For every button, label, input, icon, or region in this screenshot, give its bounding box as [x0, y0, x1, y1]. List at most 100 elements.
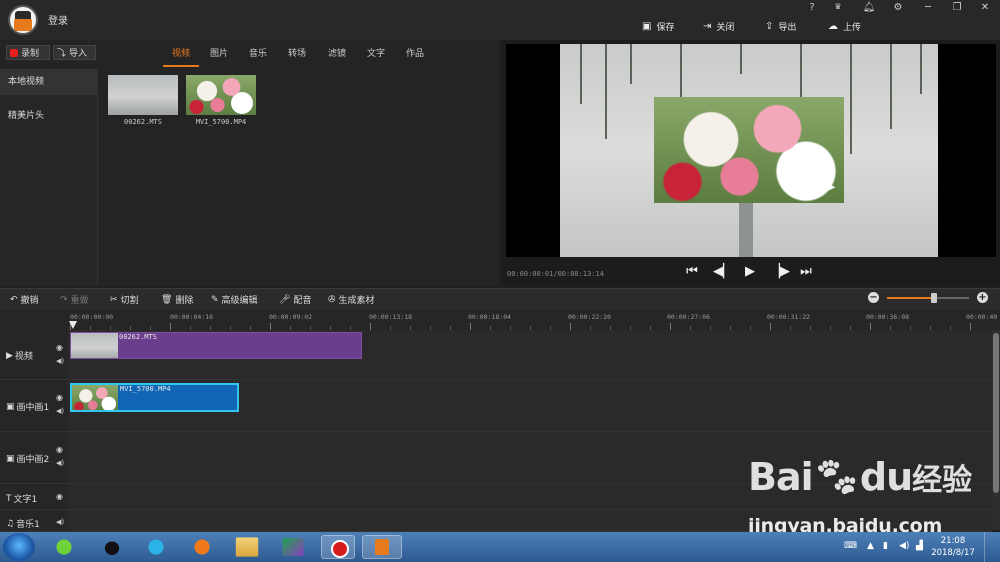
microphone-icon: 🎤︎: [279, 294, 291, 305]
eye-icon[interactable]: ◉: [56, 393, 63, 402]
undo-button[interactable]: ↶ 撤销: [10, 293, 39, 307]
vip-icon[interactable]: ♛: [831, 2, 845, 14]
skip-end-icon[interactable]: ⏭: [798, 264, 814, 280]
import-button[interactable]: ⤵ 导入: [53, 45, 96, 60]
next-frame-icon[interactable]: ▕▶: [770, 264, 790, 280]
ruler-corner: [0, 310, 68, 331]
show-desktop-button[interactable]: [984, 532, 1000, 562]
close-icon[interactable]: ✕: [978, 2, 992, 14]
media-player-icon[interactable]: [142, 535, 170, 559]
generate-material-button[interactable]: ✇ 生成素材: [328, 293, 375, 307]
upload-button[interactable]: ☁ 上传: [828, 19, 861, 33]
playhead[interactable]: [69, 321, 77, 329]
undo-icon: ↶: [10, 294, 18, 305]
ruler-tick: [370, 323, 371, 330]
trash-icon: 🗑︎: [161, 294, 173, 305]
ruler-tick: [270, 323, 271, 330]
close-project-button[interactable]: ⇥ 关闭: [703, 19, 734, 33]
timeline-scrollbar-thumb[interactable]: [993, 333, 999, 493]
tab-transition[interactable]: 转场: [288, 46, 306, 59]
ruler-label: 00:00:13:18: [369, 313, 413, 321]
taskbar-clock[interactable]: 21:08 2018/8/17: [930, 535, 976, 559]
battery-icon[interactable]: ▮: [883, 541, 888, 551]
sidebar-item-intro[interactable]: 精美片头: [0, 103, 97, 129]
cloud-upload-icon: ☁: [828, 20, 838, 32]
ruler-label: 00:00:04:16: [170, 313, 214, 321]
save-button[interactable]: ▣ 保存: [642, 19, 674, 33]
media-sidebar: [0, 68, 98, 286]
firefox-icon[interactable]: [188, 535, 216, 559]
delete-button[interactable]: 🗑︎ 删除: [161, 293, 193, 307]
restore-icon[interactable]: ❐: [950, 2, 964, 14]
zoom-slider-handle[interactable]: [931, 293, 937, 303]
pip-overlay[interactable]: [654, 97, 844, 203]
tray-expand-icon[interactable]: ▲: [867, 541, 874, 551]
tab-filter[interactable]: 滤镜: [328, 46, 346, 59]
tab-image[interactable]: 图片: [210, 46, 228, 59]
track-header-pip2: ▣ 画中画2 ◉ ◀): [0, 432, 68, 484]
speaker-icon[interactable]: ◀): [56, 407, 64, 415]
qq-icon[interactable]: [98, 535, 126, 559]
help-icon[interactable]: ?: [805, 2, 819, 14]
sidebar-item-local-video[interactable]: 本地视频: [0, 69, 97, 95]
play-square-icon: ▶: [6, 350, 13, 361]
bell-icon[interactable]: 🔔︎: [862, 2, 876, 14]
export-icon: ⇪: [765, 20, 774, 32]
timeline-clip-pip[interactable]: MVI_5700.MP4: [70, 383, 239, 412]
dub-button[interactable]: 🎤︎ 配音: [279, 293, 311, 307]
zoom-slider-fill: [887, 297, 934, 299]
tower-in-video: [739, 200, 753, 257]
ruler-label: 00:00:00:00: [70, 313, 114, 321]
app-logo: [8, 5, 38, 35]
recorder-task-icon[interactable]: [321, 535, 355, 559]
network-icon[interactable]: ▟: [916, 541, 923, 551]
start-button[interactable]: [3, 533, 35, 561]
track-header-music1: ♫ 音乐1 ◀): [0, 510, 68, 532]
mouse-cursor-icon: ➤: [826, 180, 837, 194]
redo-button[interactable]: ↷ 重做: [60, 293, 89, 307]
media-thumbnail-1[interactable]: [108, 75, 178, 115]
360-browser-icon[interactable]: [50, 535, 78, 559]
ruler-tick: [170, 323, 171, 330]
record-button[interactable]: 录制: [6, 45, 50, 60]
app-icon[interactable]: [282, 538, 304, 556]
cut-button[interactable]: ✂ 切割: [110, 293, 139, 307]
timeline-clip-video[interactable]: 00262.MTS: [70, 332, 362, 359]
advanced-edit-button[interactable]: ✎ 高级编辑: [211, 293, 258, 307]
clip-name: 00262.MTS: [119, 333, 157, 341]
tab-music[interactable]: 音乐: [249, 46, 267, 59]
play-icon[interactable]: ▶: [742, 264, 758, 280]
tab-text[interactable]: 文字: [367, 46, 385, 59]
ruler-label: 00:00:40: [966, 313, 998, 321]
eye-icon[interactable]: ◉: [56, 445, 63, 454]
redo-icon: ↷: [60, 294, 68, 305]
keyboard-icon[interactable]: ⌨: [844, 541, 857, 551]
media-thumbnail-2[interactable]: [186, 75, 256, 115]
folder-icon[interactable]: [235, 537, 259, 557]
speaker-icon[interactable]: ◀): [56, 518, 64, 526]
gear-icon[interactable]: ⚙: [891, 2, 905, 14]
zoom-in-icon[interactable]: +: [977, 292, 988, 303]
speaker-icon[interactable]: ◀): [56, 357, 64, 365]
speaker-icon[interactable]: ◀): [56, 459, 64, 467]
zoom-out-icon[interactable]: −: [868, 292, 879, 303]
track-header-video: ▶ 视频 ◉ ◀): [0, 330, 68, 380]
prev-frame-icon[interactable]: ◀▏: [713, 264, 733, 280]
media-filename-2: MVI_5700.MP4: [195, 118, 247, 126]
tab-video[interactable]: 视频: [172, 46, 190, 59]
tab-works[interactable]: 作品: [406, 46, 424, 59]
skip-start-icon[interactable]: ⏮: [684, 264, 700, 280]
login-link[interactable]: 登录: [48, 12, 68, 27]
volume-icon[interactable]: ◀): [899, 541, 909, 551]
export-button[interactable]: ⇪ 导出: [765, 19, 796, 33]
preview-timecode: 00:00:00:01/00:00:13:14: [507, 270, 604, 278]
exit-icon: ⇥: [703, 20, 712, 32]
ruler-tick: [870, 323, 871, 330]
video-editor-task-icon[interactable]: [362, 535, 402, 559]
eye-icon[interactable]: ◉: [56, 343, 63, 352]
clip-thumbnail: [72, 385, 118, 410]
eye-icon[interactable]: ◉: [56, 492, 63, 501]
music-note-icon: ♫: [6, 518, 15, 529]
minimize-icon[interactable]: ─: [921, 2, 935, 14]
record-icon: [10, 48, 18, 57]
